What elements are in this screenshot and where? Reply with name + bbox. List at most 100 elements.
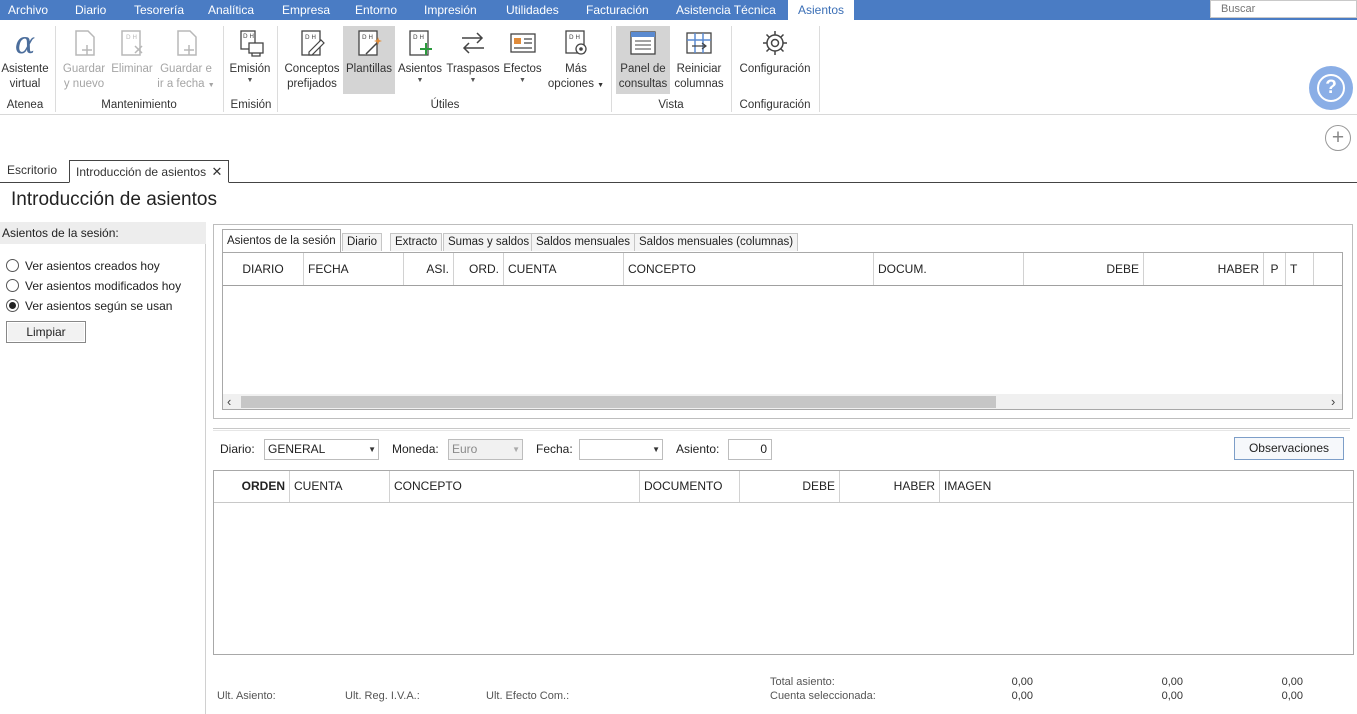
fecha-picker[interactable]: ▼: [579, 439, 663, 460]
ribbon: α Asistente virtual Guardar y nuevo D H El…: [0, 20, 1357, 115]
chevron-down-icon: ▼: [368, 445, 376, 454]
plantillas-button[interactable]: D H Plantillas: [343, 26, 395, 94]
bill-icon: [509, 33, 536, 53]
column-header[interactable]: DOCUM.: [874, 253, 1024, 285]
asiento-input[interactable]: 0: [728, 439, 772, 460]
tab-diario[interactable]: Diario: [342, 233, 383, 251]
help-button[interactable]: ?: [1309, 66, 1353, 110]
tab-asientos-sesion[interactable]: Asientos de la sesión: [222, 229, 341, 252]
mas-opciones-label-2: opciones: [547, 78, 594, 90]
guardar-fecha-button[interactable]: Guardar e ir a fecha ▼: [156, 26, 216, 96]
total-saldo-value: 0,00: [1281, 676, 1303, 688]
template-wand-icon: D H: [358, 30, 382, 56]
horizontal-scrollbar[interactable]: ‹ ›: [223, 394, 1342, 409]
menu-entorno[interactable]: Entorno: [347, 0, 405, 20]
column-header[interactable]: DEBE: [1024, 253, 1144, 285]
total-asiento-label: Total asiento:: [770, 676, 835, 688]
group-label-utiles: Útiles: [430, 99, 460, 111]
mas-opciones-button[interactable]: D H Más opciones ▼: [546, 26, 606, 96]
menu-tesoreria[interactable]: Tesorería: [126, 0, 192, 20]
traspasos-button[interactable]: Traspasos ▼: [446, 26, 500, 96]
limpiar-button[interactable]: Limpiar: [6, 321, 86, 343]
tab-escritorio[interactable]: Escritorio: [1, 160, 63, 183]
search-input[interactable]: [1210, 0, 1357, 18]
menu-utilidades[interactable]: Utilidades: [498, 0, 567, 20]
cuenta-saldo-value: 0,00: [1281, 690, 1303, 702]
reiniciar-label-1: Reiniciar: [676, 63, 722, 75]
configuracion-button[interactable]: Configuración: [736, 26, 814, 96]
column-header[interactable]: CONCEPTO: [390, 471, 640, 502]
chevron-down-icon: ▼: [597, 82, 605, 89]
column-header[interactable]: DOCUMENTO: [640, 471, 740, 502]
chevron-down-icon: ▼: [469, 77, 477, 84]
column-header[interactable]: ORD.: [454, 253, 504, 285]
cuenta-seleccionada-label: Cuenta seleccionada:: [770, 690, 876, 702]
ult-asiento-label: Ult. Asiento:: [217, 690, 276, 702]
column-header[interactable]: ORDEN: [214, 471, 290, 502]
menu-archivo[interactable]: Archivo: [0, 0, 56, 20]
section-divider: [213, 428, 1350, 431]
reiniciar-columnas-button[interactable]: Reiniciar columnas: [672, 26, 726, 96]
guardar-fecha-label-2: ir a fecha: [157, 78, 205, 90]
observaciones-button[interactable]: Observaciones: [1234, 437, 1344, 460]
diario-value: GENERAL: [268, 442, 326, 456]
group-label-atenea: Atenea: [6, 99, 44, 111]
column-header[interactable]: HABER: [1144, 253, 1264, 285]
menu-empresa[interactable]: Empresa: [274, 0, 338, 20]
radio-segun-se-usan[interactable]: Ver asientos según se usan: [6, 298, 172, 314]
column-header[interactable]: FECHA: [304, 253, 404, 285]
column-header[interactable]: IMAGEN: [940, 471, 1353, 502]
asistente-virtual-button[interactable]: α Asistente virtual: [0, 26, 50, 96]
menu-impresion[interactable]: Impresión: [416, 0, 485, 20]
column-header[interactable]: T: [1286, 253, 1314, 285]
close-icon[interactable]: ✕: [211, 164, 222, 179]
panel-consultas-button[interactable]: Panel de consultas: [616, 26, 670, 94]
session-entries-grid[interactable]: DIARIO FECHA ASI. ORD. CUENTA CONCEPTO D…: [222, 252, 1343, 410]
add-tab-icon[interactable]: +: [1325, 125, 1351, 151]
column-header[interactable]: CUENTA: [504, 253, 624, 285]
chevron-right-icon[interactable]: ›: [1331, 394, 1335, 409]
column-header[interactable]: CONCEPTO: [624, 253, 874, 285]
column-header[interactable]: DEBE: [740, 471, 840, 502]
tab-sumas-saldos[interactable]: Sumas y saldos: [443, 233, 535, 251]
radio-creados-hoy[interactable]: Ver asientos creados hoy: [6, 258, 160, 274]
svg-text:D H: D H: [362, 34, 373, 41]
chevron-left-icon[interactable]: ‹: [227, 394, 231, 409]
emision-label: Emisión: [229, 63, 271, 75]
guardar-nuevo-button[interactable]: Guardar y nuevo: [60, 26, 108, 96]
scrollbar-thumb[interactable]: [241, 396, 996, 408]
column-header[interactable]: DIARIO: [223, 253, 304, 285]
diario-select[interactable]: GENERAL ▼: [264, 439, 379, 460]
traspasos-label: Traspasos: [446, 63, 500, 75]
tab-extracto[interactable]: Extracto: [390, 233, 443, 251]
document-delete-icon: D H: [121, 30, 143, 56]
plantillas-label: Plantillas: [345, 63, 393, 75]
tab-introduccion-asientos[interactable]: Introducción de asientos ✕: [69, 160, 230, 183]
efectos-button[interactable]: Efectos ▼: [501, 26, 544, 96]
guardar-fecha-label-1: Guardar e: [160, 63, 212, 75]
menu-asientos[interactable]: Asientos: [788, 0, 854, 20]
tab-saldos-mensuales[interactable]: Saldos mensuales: [531, 233, 635, 251]
column-header[interactable]: ASI.: [404, 253, 454, 285]
radio-label: Ver asientos según se usan: [25, 299, 173, 313]
emision-button[interactable]: D H Emisión ▼: [228, 26, 272, 96]
gear-icon: [763, 31, 787, 55]
conceptos-prefijados-button[interactable]: D H Conceptos prefijados: [283, 26, 341, 96]
radio-modificados-hoy[interactable]: Ver asientos modificados hoy: [6, 278, 181, 294]
column-header[interactable]: P: [1264, 253, 1286, 285]
moneda-select: Euro ▼: [448, 439, 523, 460]
tab-saldos-mensuales-columnas[interactable]: Saldos mensuales (columnas): [634, 233, 799, 251]
menu-asistencia-tecnica[interactable]: Asistencia Técnica: [668, 0, 784, 20]
eliminar-button[interactable]: D H Eliminar: [109, 26, 155, 96]
menu-diario[interactable]: Diario: [67, 0, 114, 20]
menu-analitica[interactable]: Analítica: [200, 0, 262, 20]
radio-circle: [6, 299, 19, 312]
svg-text:D H: D H: [413, 34, 424, 41]
group-label-vista: Vista: [658, 99, 684, 111]
entry-lines-grid[interactable]: ORDEN CUENTA CONCEPTO DOCUMENTO DEBE HAB…: [213, 470, 1354, 655]
asiento-label: Asiento:: [676, 442, 720, 456]
asientos-button[interactable]: D H Asientos ▼: [396, 26, 444, 96]
menu-facturacion[interactable]: Facturación: [578, 0, 657, 20]
column-header[interactable]: HABER: [840, 471, 940, 502]
column-header[interactable]: CUENTA: [290, 471, 390, 502]
